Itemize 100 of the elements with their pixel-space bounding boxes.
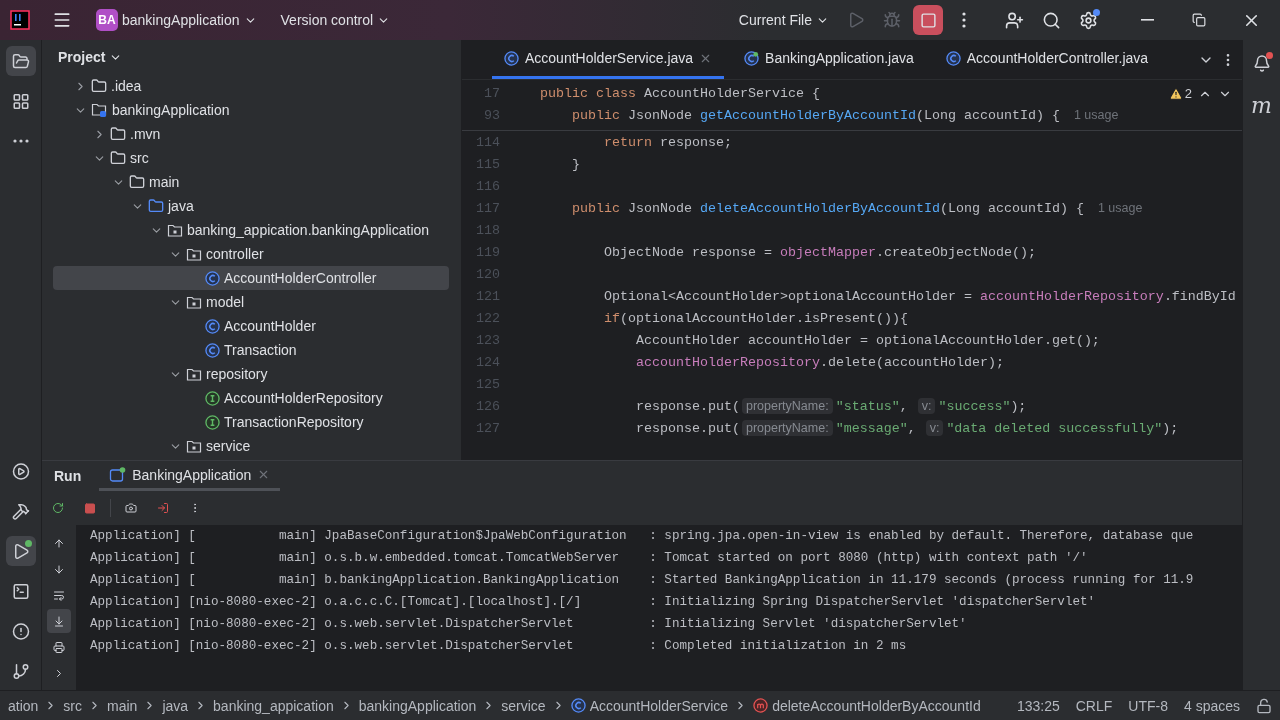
code-text: response.put( propertyName: "message", v: "data deleted successfully"); (634, 420, 1179, 436)
tree-item[interactable]: AccountHolder (53, 314, 449, 338)
project-tool-button[interactable] (5, 46, 36, 76)
code-text: public class AccountHolderService { (540, 85, 820, 101)
log-logger: o.a.c.c.C.[Tomcat].[localhost].[/] (324, 595, 583, 609)
run-config-selector[interactable]: Current File (732, 5, 835, 35)
tree-item[interactable]: model (53, 290, 449, 314)
project-widget[interactable]: BA bankingApplication (90, 5, 263, 35)
unread-dot (1265, 52, 1273, 59)
breadcrumb[interactable]: ation (8, 697, 39, 714)
exclamation-circle-icon (11, 621, 30, 641)
log-message: : Completed initialization in 2 ms (649, 639, 907, 653)
package-icon (186, 366, 202, 382)
code-text: return response; (603, 134, 732, 150)
code-text: public JsonNode deleteAccountHolderByAccountId(Long accountId) { 1 usage (571, 200, 1143, 216)
play-circle-icon (11, 461, 30, 481)
interface-icon (205, 390, 220, 406)
maven-button[interactable]: m (1246, 90, 1277, 120)
folder-icon (129, 174, 145, 190)
lock-icon[interactable] (1256, 697, 1272, 714)
log-logger: o.s.web.servlet.DispatcherServlet (324, 617, 575, 631)
tool-window-title: Run (54, 468, 82, 484)
tree-item[interactable]: controller (53, 242, 449, 266)
tree-item[interactable]: service (53, 434, 449, 458)
tree-item[interactable]: repository (53, 362, 449, 386)
indent-setting[interactable]: 4 spaces (1183, 697, 1240, 714)
run-tool-button[interactable] (5, 536, 36, 566)
interface-icon (205, 414, 220, 430)
log-logger: o.s.b.w.embedded.tomcat.TomcatWebServer (324, 551, 621, 565)
tree-item[interactable]: .idea (53, 74, 449, 98)
log-thread: Application] [nio-8080-exec-2] (90, 617, 317, 631)
caret-position[interactable]: 133:25 (1016, 697, 1060, 714)
package-icon (186, 438, 202, 454)
vcs-widget[interactable]: Version control (274, 5, 397, 35)
restore-icon (1192, 13, 1206, 27)
tree-item[interactable]: TransactionRepository (53, 410, 449, 434)
package-icon (186, 294, 202, 310)
printer-icon (53, 639, 65, 655)
more-icon (962, 12, 966, 28)
class-icon (205, 270, 220, 286)
breadcrumb[interactable]: java (162, 697, 189, 714)
breadcrumb[interactable]: bankingApplication (358, 697, 477, 714)
log-thread: Application] [nio-8080-exec-2] (90, 595, 317, 609)
tree-item[interactable]: bankingApplication (53, 98, 449, 122)
hammer-icon (11, 501, 30, 521)
log-message: : spring.jpa.open-in-view is enabled by default. Therefore, database que (649, 529, 1194, 543)
add-user-icon (1005, 10, 1024, 30)
bell-icon (1252, 53, 1271, 73)
code-text: Optional<AccountHolder>optionalAccountHolder = accountHolderRepository.findById (603, 288, 1236, 304)
tree-item[interactable]: src (53, 146, 449, 170)
line-separator[interactable]: CRLF (1075, 697, 1113, 714)
log-logger: JpaBaseConfiguration$JpaWebConfiguration (324, 529, 628, 543)
log-message: : Started BankingApplication in 11.179 seconds (process running for 11.9 (649, 573, 1194, 587)
structure-icon (11, 91, 30, 111)
play-icon (847, 11, 865, 29)
breadcrumb[interactable]: src (63, 697, 83, 714)
git-branch-icon (11, 661, 30, 681)
breadcrumb[interactable]: AccountHolderService (570, 697, 729, 714)
camera-icon (125, 500, 137, 516)
breadcrumb[interactable]: deleteAccountHolderByAccountId (753, 697, 981, 714)
class-icon (570, 698, 586, 713)
module-icon (91, 102, 108, 118)
editor-tab[interactable]: AccountHolderController.java (933, 40, 1161, 79)
class-icon (205, 342, 220, 358)
warning-counter[interactable]: 2 (1168, 86, 1192, 101)
tree-item[interactable]: AccountHolderController (53, 266, 449, 290)
tree-item[interactable]: java (53, 194, 449, 218)
minimize-icon (1140, 19, 1154, 21)
log-message: : Initializing Spring DispatcherServlet 'dispatcherServlet' (649, 595, 1096, 609)
class-icon (945, 50, 961, 66)
breadcrumb[interactable]: banking_appication (213, 697, 334, 714)
folder-icon (110, 126, 126, 142)
code-text: ObjectNode response = objectMapper.createObjectNode(); (603, 244, 1036, 260)
log-thread: Application] [ main] (90, 529, 317, 543)
file-encoding[interactable]: UTF-8 (1128, 697, 1168, 714)
more-icon (12, 139, 29, 143)
class-icon (504, 50, 519, 66)
code-text: if(optionalAccountHolder.isPresent()){ (603, 310, 908, 326)
folder-icon (91, 78, 107, 94)
folder-icon (110, 150, 126, 166)
scroll-end-button[interactable] (47, 609, 71, 633)
stop-button[interactable] (913, 5, 943, 35)
tree-item[interactable]: Transaction (53, 338, 449, 362)
tree-item[interactable]: main (53, 170, 449, 194)
update-dot (1093, 9, 1100, 16)
editor-tab[interactable]: AccountHolderService.java (492, 40, 725, 79)
log-logger: b.bankingApplication.BankingApplication (324, 573, 621, 587)
settings-icon (1079, 10, 1098, 30)
tree-item[interactable]: banking_appication.bankingApplication (53, 218, 449, 242)
breadcrumb[interactable]: service (501, 697, 546, 714)
app-logo-icon (10, 10, 30, 30)
breadcrumb[interactable]: main (107, 697, 138, 714)
log-logger: o.s.web.servlet.DispatcherServlet (324, 639, 575, 653)
class-icon (205, 318, 220, 334)
project-view-title[interactable]: Project (52, 48, 129, 66)
app-icon (744, 50, 760, 66)
editor-tab[interactable]: BankingApplication.java (732, 40, 926, 79)
tree-item[interactable]: .mvn (53, 122, 449, 146)
folder-icon (11, 51, 30, 71)
tree-item[interactable]: AccountHolderRepository (53, 386, 449, 410)
